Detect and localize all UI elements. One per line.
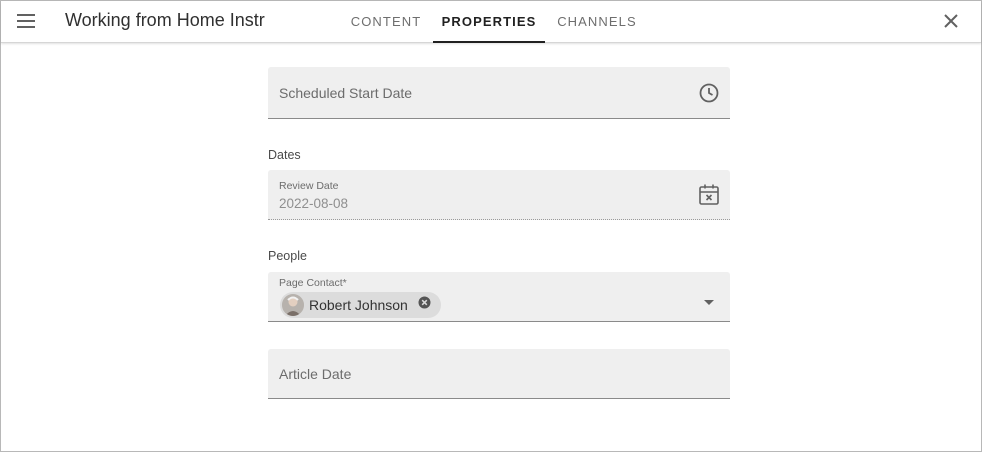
- clock-icon[interactable]: [698, 82, 720, 109]
- avatar: [282, 294, 304, 316]
- article-date-placeholder: Article Date: [279, 366, 352, 382]
- page-contact-label: Page Contact*: [279, 277, 347, 289]
- close-icon[interactable]: [941, 11, 961, 31]
- review-date-field: Review Date 2022-08-08: [268, 170, 730, 220]
- scheduled-start-date-placeholder: Scheduled Start Date: [279, 85, 413, 101]
- tab-channels[interactable]: CHANNELS: [547, 1, 647, 43]
- contact-chip[interactable]: Robert Johnson: [280, 292, 442, 318]
- tab-properties[interactable]: PROPERTIES: [433, 1, 545, 43]
- review-date-value: 2022-08-08: [279, 196, 349, 211]
- scheduled-start-date-field[interactable]: Scheduled Start Date: [268, 67, 730, 119]
- page-title: Working from Home Instr: [65, 10, 265, 30]
- tab-content[interactable]: CONTENT: [341, 1, 431, 43]
- dropdown-arrow-icon[interactable]: [704, 293, 714, 311]
- dialog-window: Working from Home Instr CONTENT PROPERTI…: [0, 0, 982, 452]
- contact-chip-name: Robert Johnson: [309, 297, 408, 313]
- menu-icon[interactable]: [17, 13, 35, 29]
- article-date-field[interactable]: Article Date: [268, 349, 730, 399]
- calendar-clear-icon[interactable]: [698, 183, 720, 212]
- remove-chip-icon[interactable]: [418, 296, 431, 314]
- review-date-label: Review Date: [279, 180, 339, 192]
- top-bar: Working from Home Instr CONTENT PROPERTI…: [1, 1, 981, 43]
- dates-section-label: Dates: [268, 148, 301, 162]
- people-section-label: People: [268, 249, 307, 263]
- page-contact-field[interactable]: Page Contact* Robert Johnson: [268, 272, 730, 322]
